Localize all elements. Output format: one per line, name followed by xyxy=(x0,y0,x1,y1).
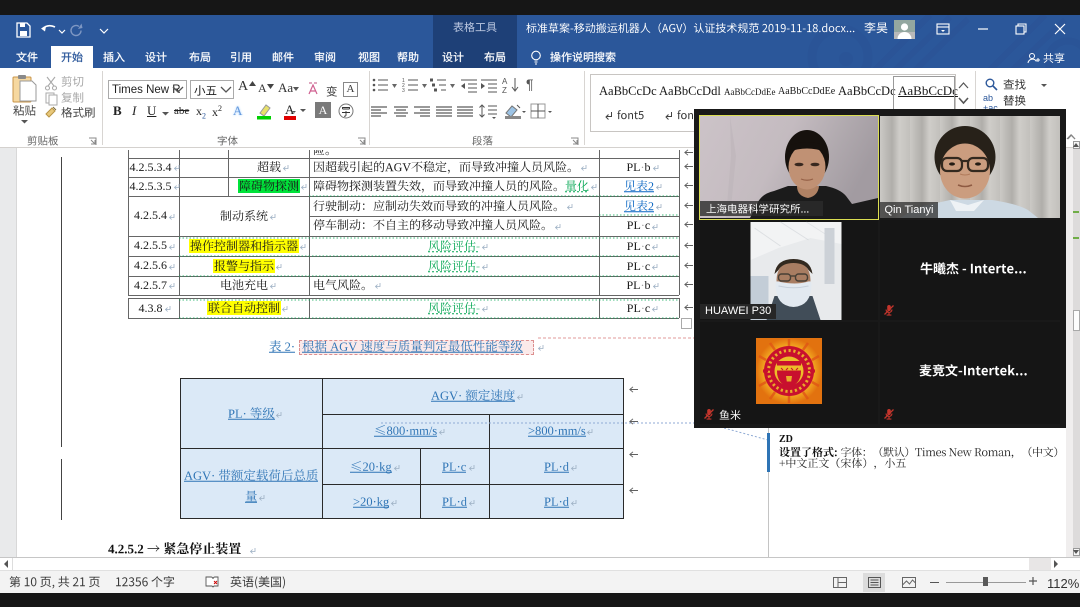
svg-text:3: 3 xyxy=(402,88,405,93)
svg-text:Z: Z xyxy=(502,86,507,94)
svg-text:A: A xyxy=(502,77,508,86)
